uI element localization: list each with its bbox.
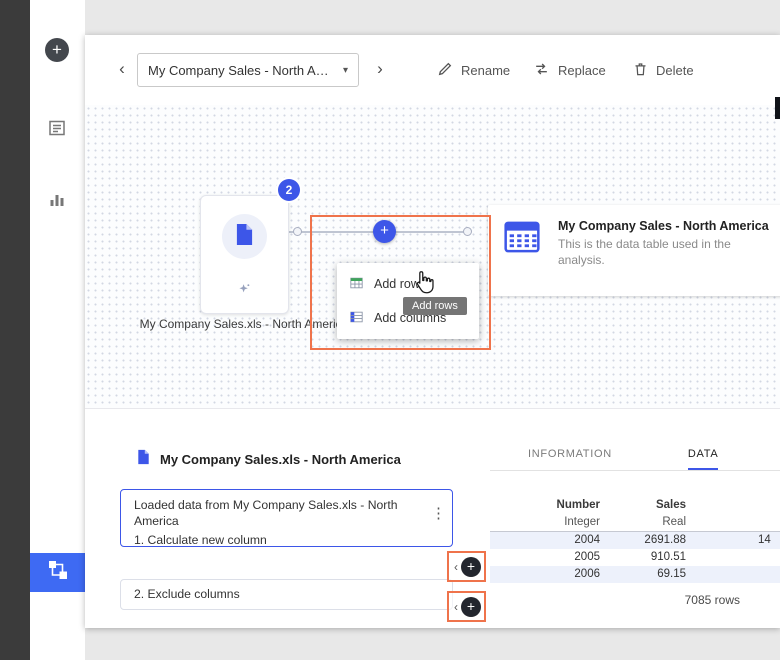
cell-sales: 69.15 xyxy=(600,566,686,583)
visualizations-button[interactable] xyxy=(47,189,67,209)
add-step-button-1[interactable]: + xyxy=(461,557,481,577)
previous-table-button[interactable]: ‹ xyxy=(113,59,131,79)
transformation-group-box[interactable]: Loaded data from My Company Sales.xls - … xyxy=(120,489,453,547)
sparkle-icon xyxy=(236,282,252,301)
cell-extra xyxy=(686,549,780,566)
app-screen: + xyxy=(0,0,780,660)
delete-label: Delete xyxy=(656,63,694,78)
next-table-button[interactable]: › xyxy=(371,59,389,79)
data-canvas-button[interactable] xyxy=(30,553,85,592)
cell-number: 2006 xyxy=(490,566,600,583)
caret-down-icon: ▾ xyxy=(343,65,348,76)
insert-step-highlight-1: ‹ + xyxy=(447,551,486,582)
hand-cursor-icon xyxy=(411,269,434,300)
scroll-notch xyxy=(775,97,780,119)
add-step-button-2[interactable]: + xyxy=(461,597,481,617)
table-row: 2005 910.51 xyxy=(490,549,780,566)
replace-button[interactable]: Replace xyxy=(533,61,606,80)
source-title: My Company Sales.xls - North America xyxy=(160,452,401,467)
delete-button[interactable]: Delete xyxy=(633,61,694,80)
row-count: 7085 rows xyxy=(490,593,780,607)
insert-step-highlight-2: ‹ + xyxy=(447,591,486,622)
column-type-clipped xyxy=(686,514,780,531)
pages-icon xyxy=(47,125,67,142)
table-row: 2004 2691.88 14 xyxy=(490,532,780,549)
swap-icon xyxy=(533,61,550,80)
cell-extra xyxy=(686,566,780,583)
column-type-integer: Integer xyxy=(490,514,600,531)
column-name-clipped xyxy=(686,497,780,514)
tab-data[interactable]: DATA xyxy=(688,448,719,470)
bar-chart-icon xyxy=(47,196,67,213)
cell-extra: 14 xyxy=(686,532,780,549)
table-icon xyxy=(502,217,542,284)
pencil-icon xyxy=(437,61,453,80)
pages-button[interactable] xyxy=(47,118,67,138)
document-icon-small xyxy=(137,449,150,470)
table-node-title: My Company Sales - North America xyxy=(558,219,769,233)
data-table-node[interactable]: My Company Sales - North America This is… xyxy=(488,205,780,296)
left-sidebar: + xyxy=(30,0,85,660)
connector-port-right xyxy=(463,227,472,236)
column-name-number: Number xyxy=(490,497,600,514)
add-content-button[interactable]: + xyxy=(45,38,69,62)
source-header: My Company Sales.xls - North America xyxy=(137,449,401,470)
detail-tabs: INFORMATION DATA xyxy=(490,437,780,471)
insert-chevron-icon-1: ‹ xyxy=(454,561,458,573)
column-name-sales: Sales xyxy=(600,497,686,514)
table-type-row: Integer Real xyxy=(490,514,780,532)
data-flow-canvas[interactable]: My Company Sales.xls - North America xyxy=(85,105,780,408)
loaded-data-summary: Loaded data from My Company Sales.xls - … xyxy=(134,497,420,530)
menu-item-add-rows[interactable]: Add rows xyxy=(337,267,479,301)
data-canvas-window: ‹ My Company Sales - North America ▾ › R… xyxy=(85,35,780,628)
canvas-toolbar: ‹ My Company Sales - North America ▾ › R… xyxy=(85,35,780,106)
column-type-real: Real xyxy=(600,514,686,531)
transformation-group-text: Loaded data from My Company Sales.xls - … xyxy=(121,490,452,555)
table-header-row: Number Sales xyxy=(490,497,780,514)
document-icon xyxy=(235,223,254,251)
data-canvas-icon xyxy=(46,558,70,587)
add-rows-icon xyxy=(349,276,364,293)
source-icon-circle xyxy=(222,214,267,259)
source-file-node[interactable]: 2 xyxy=(200,195,289,314)
app-dark-rail xyxy=(0,0,30,660)
rename-button[interactable]: Rename xyxy=(437,61,510,80)
details-panel: My Company Sales.xls - North America Loa… xyxy=(85,408,780,628)
transformation-count-badge: 2 xyxy=(278,179,300,201)
cell-number: 2004 xyxy=(490,532,600,549)
trash-icon xyxy=(633,61,648,80)
data-preview-table: Number Sales Integer Real 2004 2691.88 1… xyxy=(490,497,780,583)
replace-label: Replace xyxy=(558,63,606,78)
cell-sales: 2691.88 xyxy=(600,532,686,549)
selected-table-name: My Company Sales - North America xyxy=(148,63,337,78)
connector-port-left xyxy=(293,227,302,236)
tab-information[interactable]: INFORMATION xyxy=(528,448,612,470)
cell-number: 2005 xyxy=(490,549,600,566)
cell-sales: 910.51 xyxy=(600,549,686,566)
table-row: 2006 69.15 xyxy=(490,566,780,583)
step-exclude-columns[interactable]: 2. Exclude columns xyxy=(120,579,453,610)
add-columns-icon xyxy=(349,310,364,327)
step-calculate-new-column: 1. Calculate new column xyxy=(134,532,420,548)
insert-transformation-button[interactable]: + xyxy=(373,220,396,243)
table-node-description: This is the data table used in the analy… xyxy=(558,237,753,268)
data-table-selector[interactable]: My Company Sales - North America ▾ xyxy=(137,53,359,87)
kebab-menu-icon[interactable]: ⋮ xyxy=(431,506,446,521)
rename-label: Rename xyxy=(461,63,510,78)
insert-chevron-icon-2: ‹ xyxy=(454,601,458,613)
